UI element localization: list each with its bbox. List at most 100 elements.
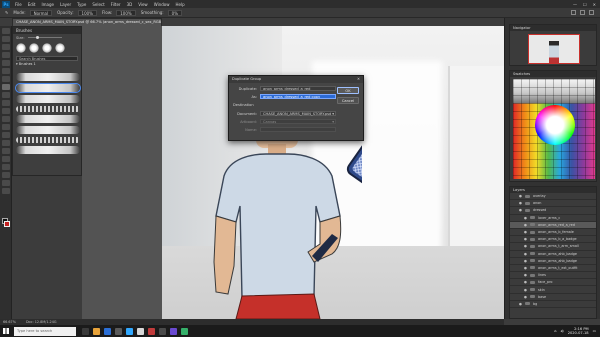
clone-stamp-tool-icon[interactable] <box>1 92 10 98</box>
canvas-area[interactable] <box>82 26 504 319</box>
minimize-button[interactable]: — <box>573 2 577 7</box>
layer-row[interactable]: ● anon_arms_t_arm_small <box>510 243 596 251</box>
color-wheel[interactable] <box>535 105 575 145</box>
photoshop-taskbar-icon[interactable] <box>126 327 133 335</box>
layer-row[interactable]: ● base <box>510 294 596 301</box>
history-brush-tool-icon[interactable] <box>1 100 10 106</box>
brush-stroke-preview[interactable] <box>16 115 80 123</box>
app-icon[interactable] <box>181 327 188 335</box>
layer-row[interactable]: ● anon <box>510 200 596 208</box>
menu-view[interactable]: View <box>135 2 151 7</box>
file-explorer-icon[interactable] <box>93 327 100 335</box>
close-button[interactable]: ✕ <box>593 2 596 7</box>
menu-file[interactable]: File <box>12 2 25 7</box>
app-icon[interactable] <box>159 327 166 335</box>
menu-select[interactable]: Select <box>89 2 107 7</box>
eyedropper-tool-icon[interactable] <box>1 68 10 74</box>
app-icon[interactable] <box>148 327 155 335</box>
brush-stroke-preview[interactable] <box>16 146 80 154</box>
clock[interactable]: 2:16 PM 2020-07-18 <box>568 327 589 336</box>
app-icon[interactable] <box>170 327 177 335</box>
dialog-close-icon[interactable]: ✕ <box>357 76 363 83</box>
layer-row[interactable]: ● lover_arms_c <box>510 215 596 222</box>
path-select-tool-icon[interactable] <box>1 156 10 162</box>
brush-stroke-preview[interactable] <box>16 106 80 112</box>
zoom-tool-icon[interactable] <box>1 180 10 186</box>
move-tool-icon[interactable] <box>1 28 10 34</box>
app-icon[interactable] <box>137 327 144 335</box>
cancel-button[interactable]: Cancel <box>337 97 359 104</box>
store-icon[interactable] <box>115 327 122 335</box>
brush-tip-icon[interactable] <box>29 43 39 53</box>
menu-edit[interactable]: Edit <box>25 2 39 7</box>
menu-3d[interactable]: 3D <box>124 2 136 7</box>
brush-stroke-preview[interactable] <box>15 83 81 93</box>
quick-select-tool-icon[interactable] <box>1 52 10 58</box>
pen-tool-icon[interactable] <box>1 140 10 146</box>
brush-stroke-preview[interactable] <box>16 126 80 134</box>
menu-window[interactable]: Window <box>151 2 173 7</box>
flow-field[interactable]: 100% <box>116 9 136 16</box>
navigator-thumbnail[interactable] <box>528 34 580 64</box>
menu-filter[interactable]: Filter <box>108 2 124 7</box>
layer-row[interactable]: ● anon_arms_ahb_badge <box>510 258 596 265</box>
brush-tip-icon[interactable] <box>55 43 65 53</box>
brush-tip-icon[interactable] <box>16 43 26 53</box>
blur-tool-icon[interactable] <box>1 124 10 130</box>
document-tab[interactable]: CHASE_ANON_ARMS_MAIN_STORY.psd @ 66.7% (… <box>12 18 162 26</box>
marquee-tool-icon[interactable] <box>1 36 10 42</box>
taskbar-search-input[interactable]: Type here to search <box>14 326 76 336</box>
layer-row[interactable]: ● anon_arms_b_female <box>510 229 596 237</box>
mode-select[interactable]: Normal <box>29 9 53 16</box>
layer-row[interactable]: ● anon_arms_b_a_badge <box>510 236 596 244</box>
brush-tool-icon[interactable] <box>1 84 10 90</box>
share-icon[interactable] <box>589 10 594 15</box>
menu-help[interactable]: Help <box>172 2 187 7</box>
shape-tool-icon[interactable] <box>1 164 10 170</box>
layer-row[interactable]: ● face_pro <box>510 279 596 287</box>
search-icon[interactable] <box>571 10 576 15</box>
layer-row[interactable]: ● anon_arms_ahb_badge <box>510 251 596 258</box>
layer-row[interactable]: ● skin <box>510 286 596 294</box>
brush-tool-preset-icon[interactable]: ✎ <box>5 10 8 15</box>
slider-knob[interactable] <box>35 36 39 39</box>
ok-button[interactable]: OK <box>337 87 359 94</box>
network-icon[interactable]: ⌂ <box>554 329 556 333</box>
type-tool-icon[interactable] <box>1 148 10 154</box>
document-select[interactable]: CHASE_ANON_ARMS_MAIN_STORY.psd ▾ <box>260 111 336 116</box>
background-color-swatch[interactable] <box>4 221 10 227</box>
as-name-input[interactable]: anon_arms_dressed_a_red copy <box>260 94 336 99</box>
opacity-field[interactable]: 100% <box>77 9 97 16</box>
more-tools-icon[interactable] <box>1 188 10 194</box>
swatch-grid[interactable] <box>513 79 595 179</box>
layer-row[interactable]: ● lines <box>510 272 596 280</box>
brush-stroke-preview[interactable] <box>16 137 80 143</box>
volume-icon[interactable]: ◂) <box>560 329 563 333</box>
smoothing-field[interactable]: 0% <box>167 9 183 16</box>
layer-row[interactable]: ● overlay <box>510 193 596 201</box>
layer-row[interactable]: ● anon_arms_t_ext_outfit <box>510 265 596 273</box>
artwork-canvas[interactable] <box>162 26 504 319</box>
brush-stroke-preview[interactable] <box>16 73 80 81</box>
brush-tip-icon[interactable] <box>42 43 52 53</box>
brush-stroke-preview[interactable] <box>16 95 80 103</box>
brush-size-slider[interactable] <box>27 36 62 39</box>
layer-row[interactable]: ● anon_arms_red_a_red <box>510 221 596 229</box>
gradient-tool-icon[interactable] <box>1 116 10 122</box>
dodge-tool-icon[interactable] <box>1 132 10 138</box>
brush-folder[interactable]: ▾ Brushes 1 <box>16 62 78 66</box>
menu-image[interactable]: Image <box>38 2 57 7</box>
maximize-button[interactable]: ☐ <box>583 2 587 7</box>
menu-type[interactable]: Type <box>74 2 89 7</box>
notifications-icon[interactable]: ▭ <box>593 329 596 333</box>
hand-tool-icon[interactable] <box>1 172 10 178</box>
layer-row[interactable]: ● bg <box>510 301 596 308</box>
workspace-icon[interactable] <box>580 10 585 15</box>
start-button[interactable] <box>0 325 12 337</box>
eraser-tool-icon[interactable] <box>1 108 10 114</box>
lasso-tool-icon[interactable] <box>1 44 10 50</box>
browser-icon[interactable] <box>104 327 111 335</box>
menu-layer[interactable]: Layer <box>57 2 74 7</box>
task-view-icon[interactable] <box>82 327 89 335</box>
layer-row[interactable]: ● dressed <box>510 207 596 215</box>
